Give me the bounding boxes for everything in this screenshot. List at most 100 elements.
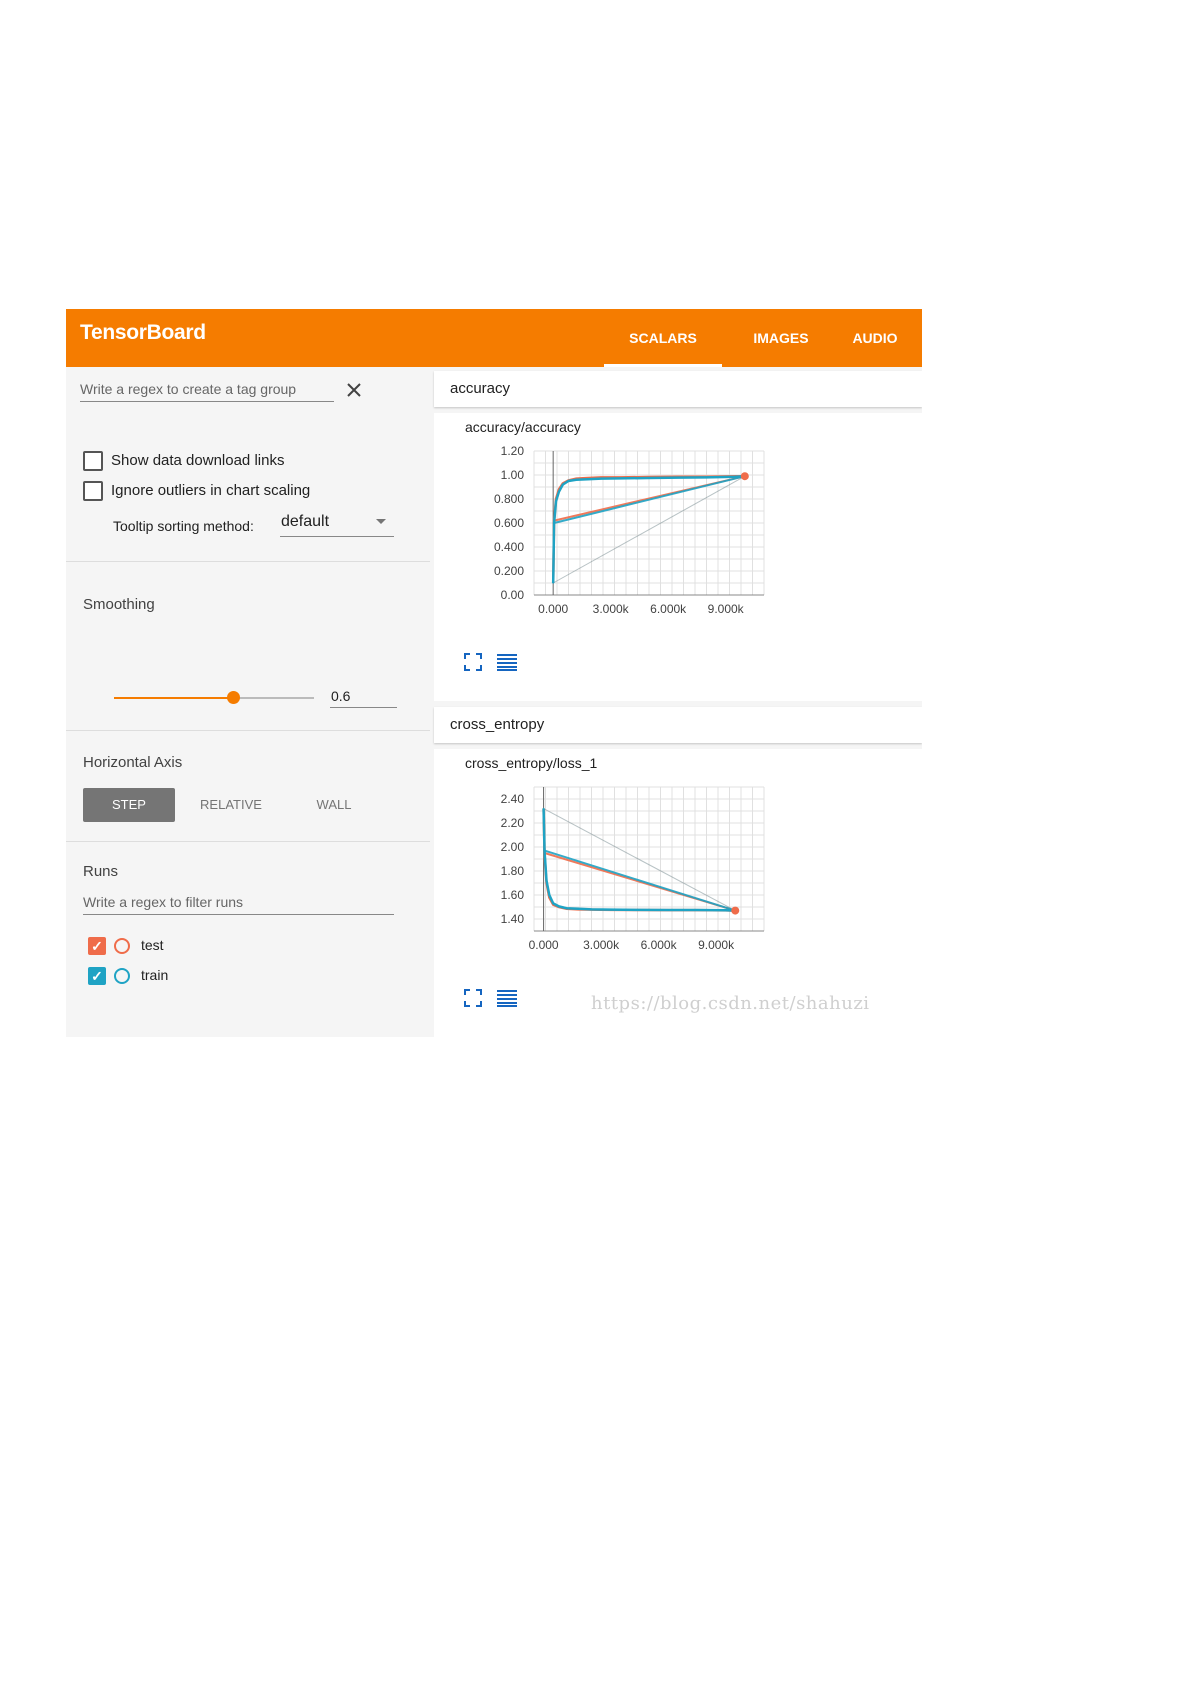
ignore-outliers-checkbox[interactable] [83, 481, 103, 501]
data-point-train [734, 476, 737, 478]
watermark: https://blog.csdn.net/shahuzi [591, 993, 870, 1014]
runs-title: Runs [83, 863, 119, 880]
data-point-train [545, 879, 548, 882]
y-tick-label: 2.40 [501, 792, 525, 806]
data-point-train [561, 483, 564, 486]
tab-audio[interactable]: AUDIO [840, 330, 910, 346]
data-point-train [676, 476, 679, 479]
run-train-color-circle[interactable] [114, 968, 130, 984]
data-point-train [558, 905, 560, 908]
fullscreen-icon[interactable] [464, 653, 482, 671]
smoothing-title: Smoothing [83, 596, 155, 613]
tooltip-sorting-label: Tooltip sorting method: [113, 518, 254, 534]
run-train-checkbox[interactable]: ✓ [88, 967, 106, 985]
chart-title-cross-entropy: cross_entropy/loss_1 [465, 755, 598, 771]
data-point-train [552, 902, 554, 905]
data-point-train [696, 909, 698, 911]
card-header-cross-entropy[interactable]: cross_entropy [434, 707, 922, 743]
accuracy-chart[interactable]: 0.00 0.200 0.400 0.600 0.800 1.00 1.20 0.000 3.0… [442, 443, 772, 643]
data-point-train [577, 908, 579, 910]
data-point-train [724, 909, 727, 912]
data-table-icon[interactable] [496, 653, 518, 671]
data-point-train [558, 491, 560, 493]
y-tick-label: 0.200 [494, 564, 524, 578]
y-tick-label: 1.20 [501, 444, 525, 458]
cross-entropy-chart[interactable]: 1.40 1.60 1.80 2.00 2.20 2.40 0.000 3.000k 6.000… [442, 779, 772, 979]
data-point-train [552, 582, 554, 584]
x-tick-label: 3.000k [583, 938, 620, 952]
data-point-train [553, 522, 555, 524]
data-point-train [543, 849, 546, 852]
axis-step-button[interactable]: STEP [83, 788, 175, 822]
data-point-train [609, 908, 612, 911]
tag-group-input[interactable]: Write a regex to create a tag group [80, 377, 334, 402]
x-tick-label: 0.000 [538, 602, 568, 616]
smoothing-value-input[interactable]: 0.6 [330, 685, 397, 708]
chart-card-accuracy: accuracy/accuracy 0.00 0.200 0.400 0.600 0.8… [434, 413, 922, 701]
series-end-marker [740, 472, 749, 481]
series-end-marker [731, 906, 740, 915]
data-table-icon[interactable] [496, 989, 518, 1007]
x-tick-label: 3.000k [593, 602, 630, 616]
data-point-train [567, 480, 570, 482]
x-tick-label: 0.000 [529, 938, 559, 952]
runs-filter-input[interactable]: Write a regex to filter runs [83, 890, 394, 915]
data-point-train [667, 909, 669, 911]
x-tick-label: 9.000k [698, 938, 735, 952]
data-point-train [600, 477, 602, 480]
axis-relative-button[interactable]: RELATIVE [184, 788, 278, 822]
run-test-label: test [141, 937, 164, 953]
x-tick-label: 6.000k [650, 602, 687, 616]
tab-images[interactable]: IMAGES [736, 330, 826, 346]
data-point-train [555, 500, 557, 503]
card-header-accuracy[interactable]: accuracy [434, 371, 922, 407]
data-point-train [648, 477, 650, 479]
x-tick-label: 9.000k [708, 602, 745, 616]
y-tick-label: 1.80 [501, 864, 525, 878]
tab-scalars[interactable]: SCALARS [604, 330, 722, 346]
show-download-links-checkbox[interactable] [83, 451, 103, 471]
smoothing-slider-track[interactable] [234, 697, 314, 699]
data-point-train [590, 908, 593, 911]
run-test-checkbox[interactable]: ✓ [88, 937, 106, 955]
x-tick-label: 6.000k [641, 938, 678, 952]
fullscreen-icon[interactable] [464, 989, 482, 1007]
smoothing-slider-knob[interactable] [227, 691, 240, 704]
sidebar: Write a regex to create a tag group Show… [66, 367, 430, 1037]
run-test-color-circle[interactable] [114, 938, 130, 954]
close-icon[interactable] [346, 382, 362, 398]
y-tick-label: 2.20 [501, 816, 525, 830]
y-tick-label: 1.60 [501, 888, 525, 902]
main-content: accuracy accuracy/accuracy 0.00 0.200 0.40… [430, 367, 922, 1037]
divider [66, 730, 430, 731]
data-point-train [638, 909, 641, 911]
tooltip-sorting-value: default [281, 513, 330, 530]
tensorboard-window: TensorBoard SCALARS IMAGES AUDIO Write a… [66, 309, 922, 1037]
horizontal-axis-title: Horizontal Axis [83, 754, 183, 771]
data-point-train [548, 894, 551, 896]
data-point-train [542, 807, 545, 810]
divider [66, 841, 430, 842]
y-tick-label: 1.40 [501, 912, 525, 926]
chart-title-accuracy: accuracy/accuracy [465, 419, 581, 435]
y-tick-label: 2.00 [501, 840, 525, 854]
top-app-bar: TensorBoard SCALARS IMAGES AUDIO [66, 309, 922, 367]
y-tick-label: 1.00 [501, 468, 525, 482]
data-point-train [565, 907, 568, 909]
y-tick-label: 0.00 [501, 588, 525, 602]
app-title: TensorBoard [80, 321, 206, 344]
divider [66, 561, 430, 562]
smoothing-slider-fill [114, 697, 234, 699]
data-point-train [575, 479, 577, 481]
chevron-down-icon [376, 519, 386, 524]
data-point-train [705, 476, 708, 479]
ignore-outliers-label: Ignore outliers in chart scaling [111, 482, 311, 499]
y-tick-label: 0.600 [494, 516, 524, 530]
show-download-links-label: Show data download links [111, 452, 285, 469]
y-tick-label: 0.400 [494, 540, 524, 554]
data-point-train [619, 477, 622, 480]
axis-wall-button[interactable]: WALL [288, 788, 380, 822]
tooltip-sorting-select[interactable]: default [280, 510, 394, 537]
data-point-train [586, 478, 589, 480]
run-train-label: train [141, 967, 169, 983]
